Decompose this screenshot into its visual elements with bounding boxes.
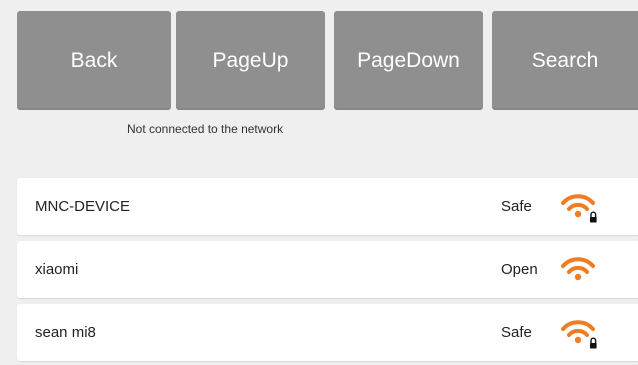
wifi-icon [561, 257, 595, 281]
network-row[interactable]: xiaomi Open [17, 241, 638, 298]
network-security: Safe [501, 324, 532, 341]
network-name: xiaomi [35, 261, 79, 278]
back-button[interactable]: Back [17, 11, 171, 110]
network-name: MNC-DEVICE [35, 198, 131, 215]
search-button[interactable]: Search [492, 11, 638, 110]
network-row[interactable]: MNC-DEVICE Safe [17, 178, 638, 235]
toolbar: Back PageUp PageDown Search [0, 0, 638, 112]
network-name: sean mi8 [35, 324, 96, 341]
page-down-button[interactable]: PageDown [334, 11, 483, 110]
wifi-locked-icon [561, 320, 597, 349]
network-security: Open [501, 261, 538, 278]
page-up-button[interactable]: PageUp [176, 11, 325, 110]
network-security: Safe [501, 198, 532, 215]
network-row[interactable]: sean mi8 Safe [17, 304, 638, 361]
wifi-locked-icon [561, 194, 597, 223]
connection-status: Not connected to the network [127, 122, 284, 136]
